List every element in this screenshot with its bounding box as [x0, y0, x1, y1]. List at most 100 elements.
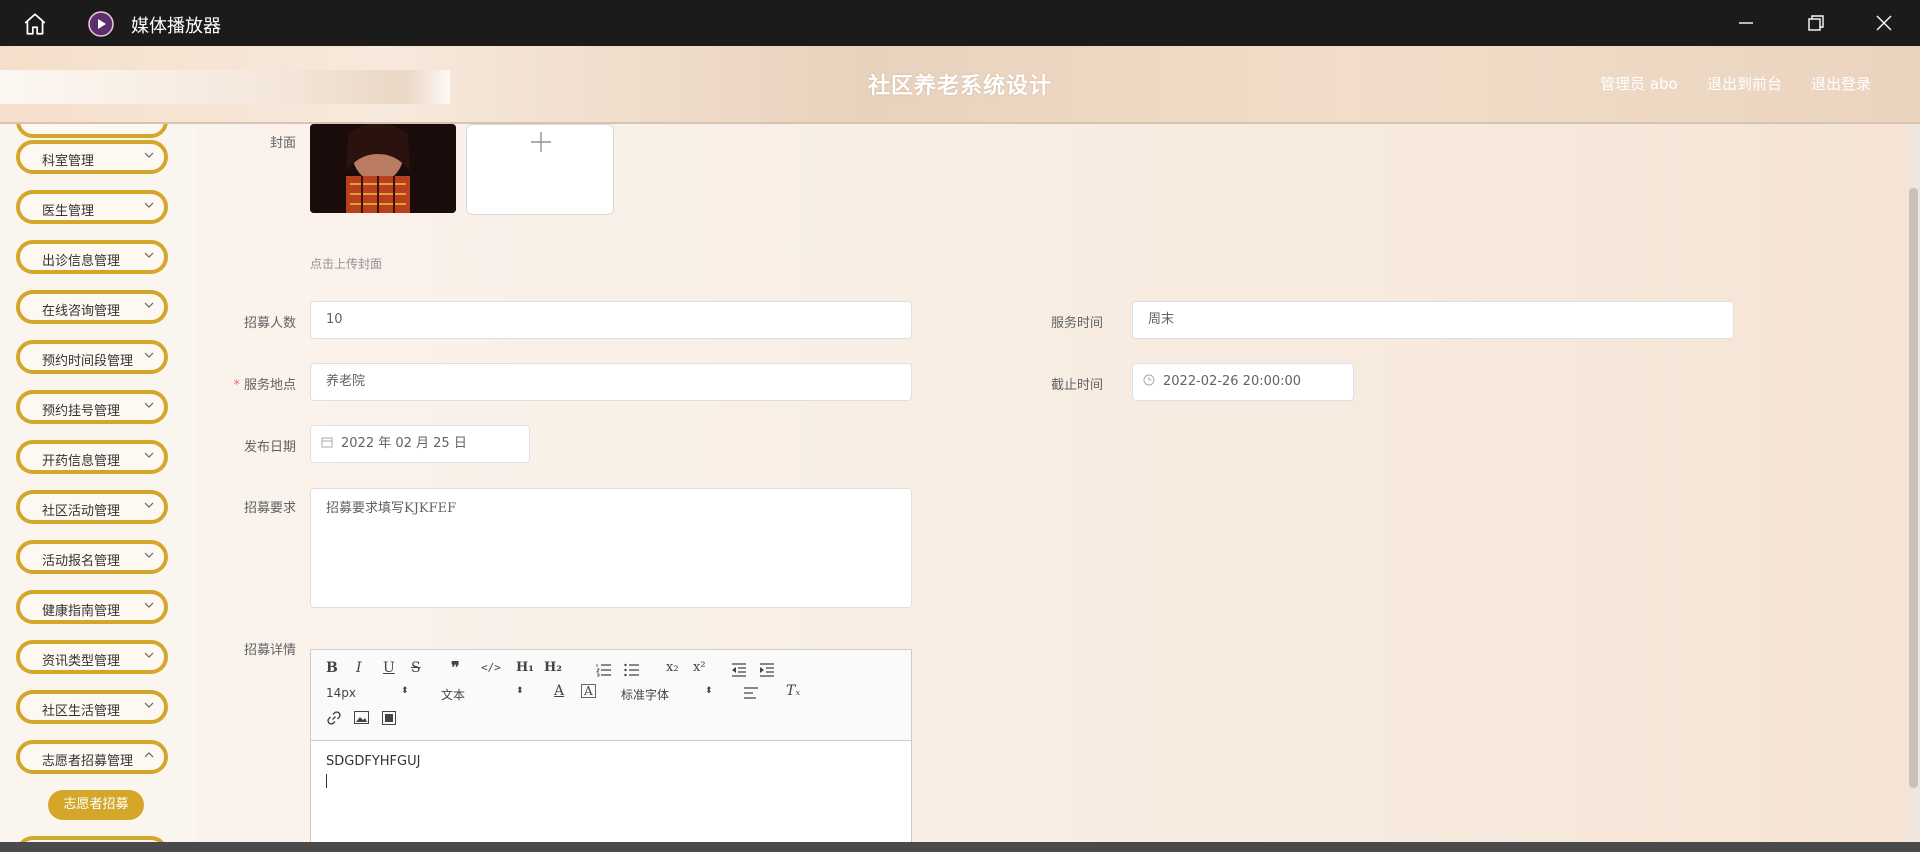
code-icon[interactable]: </>	[481, 661, 501, 674]
background-color-icon[interactable]: A	[581, 684, 596, 698]
strike-icon[interactable]: S	[411, 660, 421, 676]
sidebar-item-visits[interactable]: 出诊信息管理	[16, 240, 168, 274]
image-icon[interactable]	[354, 711, 369, 724]
font-color-icon[interactable]: A	[554, 683, 564, 699]
video-icon[interactable]	[382, 711, 396, 725]
blockquote-icon[interactable]: ❞	[451, 658, 460, 677]
minimize-icon[interactable]	[1736, 13, 1756, 33]
sidebar-item-prescription[interactable]: 开药信息管理	[16, 440, 168, 474]
bottom-border	[0, 842, 1920, 852]
h1-icon[interactable]: H₁	[516, 660, 534, 675]
bold-icon[interactable]: B	[326, 660, 338, 676]
service-time-input[interactable]: 周末	[1132, 301, 1734, 339]
rich-text-editor: B I U S ❞ </> H₁ H₂ x₂ x² 14px ⬍ 文本 ⬍ A …	[310, 649, 912, 852]
superscript-icon[interactable]: x²	[693, 660, 706, 675]
align-left-icon[interactable]	[743, 687, 759, 699]
window-titlebar: 媒体播放器	[0, 0, 1920, 46]
chevron-updown-icon: ⬍	[516, 686, 524, 696]
sidebar-item-registration[interactable]: 预约挂号管理	[16, 390, 168, 424]
chevron-down-icon	[144, 652, 154, 658]
publish-date-value: 2022 年 02 月 25 日	[341, 436, 467, 451]
bullet-list-icon[interactable]	[624, 663, 640, 677]
service-place-input[interactable]: 养老院	[310, 363, 912, 401]
publish-date-label: 发布日期	[243, 440, 296, 455]
chevron-updown-icon: ⬍	[705, 686, 713, 696]
chevron-down-icon	[144, 502, 154, 508]
sidebar-item-label: 资讯类型管理	[42, 654, 121, 669]
service-time-label: 服务时间	[1050, 316, 1103, 331]
sidebar-item-consult[interactable]: 在线咨询管理	[16, 290, 168, 324]
clear-format-icon[interactable]: Tₓ	[786, 683, 800, 699]
requirement-textarea[interactable]: 招募要求填写KJKFEF	[310, 488, 912, 608]
page-scrollbar[interactable]	[1907, 124, 1920, 852]
chevron-down-icon	[144, 202, 154, 208]
subscript-icon[interactable]: x₂	[666, 660, 679, 675]
publish-date-picker[interactable]: 2022 年 02 月 25 日	[310, 425, 530, 463]
required-mark: *	[233, 378, 240, 393]
cover-image[interactable]	[310, 124, 456, 213]
sidebar-item-news-type[interactable]: 资讯类型管理	[16, 640, 168, 674]
sidebar-item-label: 志愿者招募管理	[42, 754, 134, 769]
chevron-down-icon	[144, 252, 154, 258]
chevron-down-icon	[144, 552, 154, 558]
sidebar-item-health-guide[interactable]: 健康指南管理	[16, 590, 168, 624]
sidebar-item-doctor[interactable]: 医生管理	[16, 190, 168, 224]
sidebar-item-department[interactable]: 科室管理	[16, 140, 168, 174]
main-content: 封面 点击上传封面 招募人数 10 服务时间 周末 * 服务地点 养老院 截止时间…	[196, 124, 1907, 852]
sidebar-item-signup[interactable]: 活动报名管理	[16, 540, 168, 574]
sidebar-item-label: 社区生活管理	[42, 704, 121, 719]
requirement-label: 招募要求	[243, 501, 296, 516]
italic-icon[interactable]: I	[356, 660, 362, 676]
scrollbar-thumb[interactable]	[1909, 188, 1918, 788]
recruit-count-label: 招募人数	[243, 316, 296, 331]
cover-photo	[310, 124, 456, 213]
back-to-front-link[interactable]: 退出到前台	[1707, 73, 1782, 94]
editor-content[interactable]: SDGDFYHFGUJ	[326, 754, 420, 769]
indent-icon[interactable]	[759, 663, 775, 677]
chevron-updown-icon: ⬍	[401, 686, 409, 696]
service-place-label: * 服务地点	[233, 378, 296, 393]
sidebar: 科室管理 医生管理 出诊信息管理 在线咨询管理 预约时间段管理 预约挂号管理 开…	[0, 124, 196, 852]
sidebar-item-label: 科室管理	[42, 154, 95, 169]
deadline-value: 2022-02-26 20:00:00	[1163, 374, 1302, 389]
ordered-list-icon[interactable]	[596, 663, 612, 677]
font-size-select[interactable]: 14px	[326, 686, 356, 700]
upload-cover-button[interactable]	[466, 124, 614, 215]
font-family-select[interactable]: 标准字体	[621, 686, 669, 703]
logout-link[interactable]: 退出登录	[1811, 73, 1871, 94]
app-header: 社区养老系统设计 管理员 abo 退出到前台 退出登录	[0, 46, 1920, 124]
sidebar-subitem-volunteer-recruit[interactable]: 志愿者招募	[48, 790, 144, 820]
text-caret	[326, 774, 327, 788]
restore-icon[interactable]	[1806, 13, 1826, 33]
sidebar-item-label: 预约时间段管理	[42, 354, 134, 369]
deadline-picker[interactable]: 2022-02-26 20:00:00	[1132, 363, 1354, 401]
sidebar-item-activity[interactable]: 社区活动管理	[16, 490, 168, 524]
detail-label: 招募详情	[243, 643, 296, 658]
recruit-count-input[interactable]: 10	[310, 301, 912, 339]
h2-icon[interactable]: H₂	[544, 660, 562, 675]
sidebar-item-volunteer[interactable]: 志愿者招募管理	[16, 740, 168, 774]
deadline-label: 截止时间	[1050, 378, 1103, 393]
chevron-down-icon	[144, 302, 154, 308]
link-icon[interactable]	[326, 710, 342, 726]
chevron-down-icon	[144, 352, 154, 358]
sidebar-item-label: 医生管理	[42, 204, 95, 219]
format-select[interactable]: 文本	[441, 686, 465, 703]
admin-label: 管理员 abo	[1600, 75, 1678, 93]
plus-icon	[531, 132, 551, 152]
home-icon[interactable]	[22, 11, 48, 37]
calendar-icon	[321, 437, 333, 448]
outdent-icon[interactable]	[731, 663, 747, 677]
sidebar-item-timeslot[interactable]: 预约时间段管理	[16, 340, 168, 374]
sidebar-item-previous[interactable]	[16, 124, 168, 138]
sidebar-item-label: 出诊信息管理	[42, 254, 121, 269]
underline-icon[interactable]: U	[383, 660, 395, 676]
chevron-down-icon	[144, 752, 154, 758]
clock-icon	[1143, 374, 1155, 386]
sidebar-item-label: 社区活动管理	[42, 504, 121, 519]
chevron-down-icon	[144, 402, 154, 408]
sidebar-item-label: 开药信息管理	[42, 454, 121, 469]
close-icon[interactable]	[1874, 13, 1894, 33]
sidebar-item-community-life[interactable]: 社区生活管理	[16, 690, 168, 724]
sidebar-item-label: 在线咨询管理	[42, 304, 121, 319]
